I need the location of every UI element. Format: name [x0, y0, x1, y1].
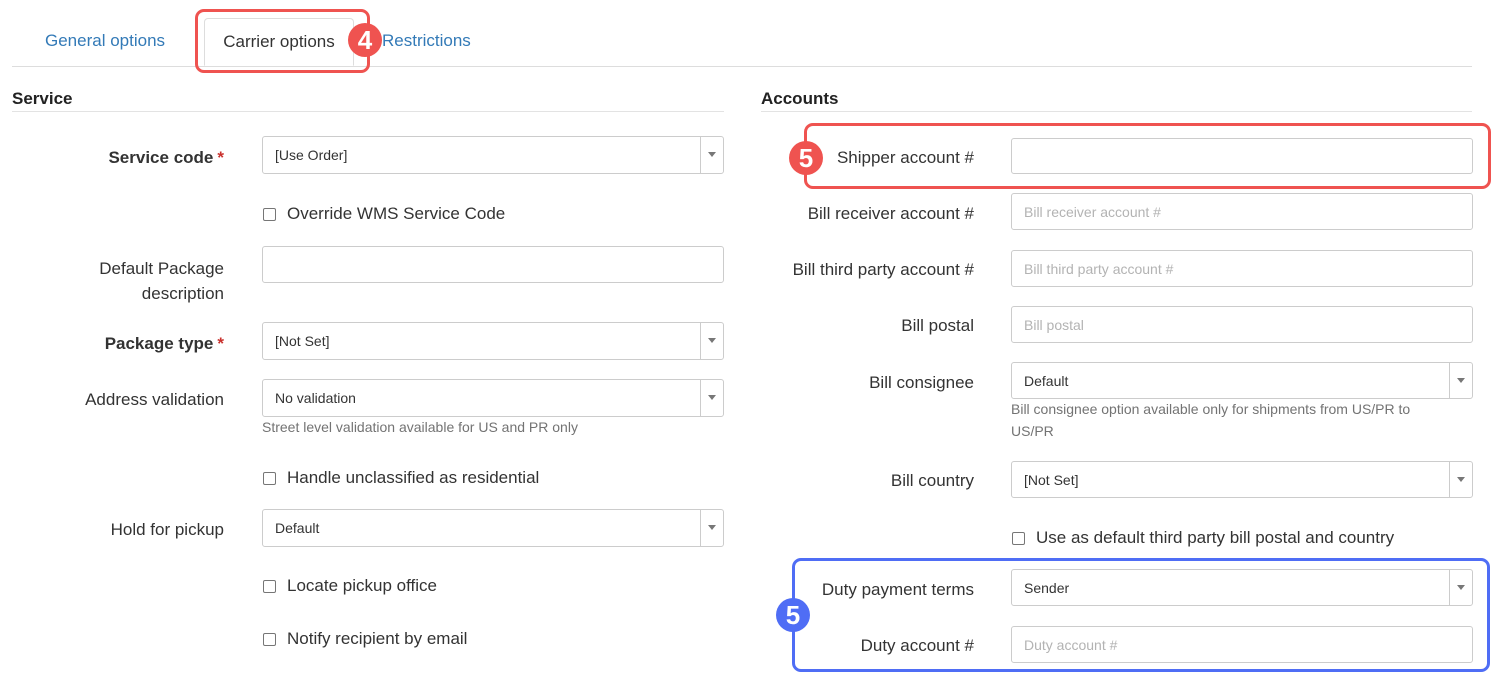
override-wms-label: Override WMS Service Code	[287, 204, 506, 223]
default-package-input[interactable]	[262, 246, 724, 283]
required-marker: *	[217, 148, 224, 167]
package-type-select[interactable]: [Not Set]	[262, 322, 724, 360]
duty-section-highlight	[792, 558, 1490, 672]
locate-pickup-label: Locate pickup office	[287, 576, 437, 595]
tab-restrictions[interactable]: Restrictions	[382, 18, 471, 66]
chevron-down-icon	[700, 380, 723, 416]
service-code-value: [Use Order]	[275, 147, 348, 163]
chevron-down-icon	[1449, 363, 1472, 398]
notify-recipient-checkbox[interactable]	[263, 633, 276, 646]
bill-third-party-input[interactable]: Bill third party account #	[1011, 250, 1473, 287]
package-type-label: Package type *	[104, 334, 224, 353]
chevron-down-icon	[700, 323, 723, 359]
step-badge-5-shipper: 5	[789, 141, 823, 175]
hold-for-pickup-value: Default	[275, 520, 320, 536]
bill-third-party-label: Bill third party account #	[792, 260, 974, 279]
tab-general-options[interactable]: General options	[45, 18, 165, 66]
address-validation-value: No validation	[275, 390, 356, 406]
bill-postal-label: Bill postal	[901, 316, 974, 335]
handle-unclassified-checkbox[interactable]	[263, 472, 276, 485]
bill-postal-input[interactable]: Bill postal	[1011, 306, 1473, 343]
bill-country-label: Bill country	[890, 471, 974, 490]
bill-country-select[interactable]: [Not Set]	[1011, 461, 1473, 498]
carrier-tab-highlight	[195, 9, 370, 73]
hold-for-pickup-label: Hold for pickup	[110, 520, 224, 539]
bill-consignee-value: Default	[1024, 373, 1069, 389]
step-badge-4: 4	[348, 23, 382, 57]
bill-consignee-select[interactable]: Default	[1011, 362, 1473, 399]
package-type-value: [Not Set]	[275, 333, 330, 349]
service-section-title: Service	[12, 89, 73, 108]
address-validation-help: Street level validation available for US…	[262, 419, 578, 435]
bill-consignee-help: Bill consignee option available only for…	[1011, 401, 1411, 439]
accounts-section-divider	[761, 111, 1472, 112]
use-default-third-party-checkbox[interactable]	[1012, 532, 1025, 545]
bill-consignee-label: Bill consignee	[869, 373, 974, 392]
chevron-down-icon	[700, 510, 723, 546]
notify-recipient-label: Notify recipient by email	[287, 629, 468, 648]
address-validation-select[interactable]: No validation	[262, 379, 724, 417]
shipper-account-highlight	[804, 123, 1491, 189]
handle-unclassified-label: Handle unclassified as residential	[287, 468, 540, 487]
bill-receiver-input[interactable]: Bill receiver account #	[1011, 193, 1473, 230]
service-code-select[interactable]: [Use Order]	[262, 136, 724, 174]
default-package-label: Default Package description	[99, 259, 224, 303]
service-section-divider	[12, 111, 724, 112]
required-marker: *	[217, 334, 224, 353]
hold-for-pickup-select[interactable]: Default	[262, 509, 724, 547]
chevron-down-icon	[1449, 462, 1472, 497]
locate-pickup-checkbox[interactable]	[263, 580, 276, 593]
bill-country-value: [Not Set]	[1024, 472, 1079, 488]
bill-receiver-label: Bill receiver account #	[807, 204, 974, 223]
chevron-down-icon	[700, 137, 723, 173]
override-wms-checkbox[interactable]	[263, 208, 276, 221]
service-code-label: Service code *	[108, 148, 224, 167]
step-badge-5-duty: 5	[776, 598, 810, 632]
accounts-section-title: Accounts	[761, 89, 839, 108]
address-validation-label: Address validation	[85, 390, 224, 409]
use-default-third-party-label: Use as default third party bill postal a…	[1036, 528, 1395, 547]
